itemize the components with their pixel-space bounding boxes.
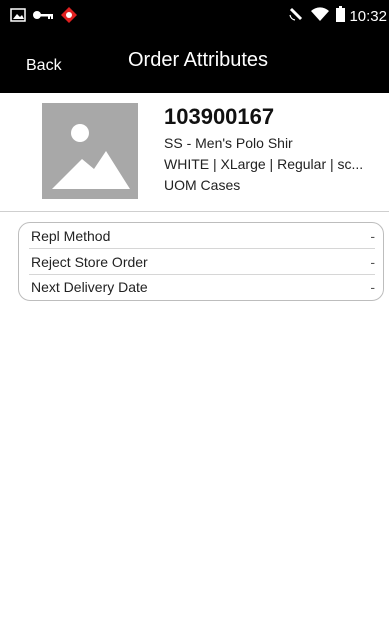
attribute-value: - <box>370 279 375 295</box>
status-bar: 10:32 <box>0 0 389 33</box>
divider <box>0 211 389 212</box>
alert-app-icon <box>60 6 78 29</box>
attribute-label: Repl Method <box>31 228 111 244</box>
image-placeholder-icon <box>42 103 138 199</box>
attribute-list: Repl Method - Reject Store Order - Next … <box>18 222 384 301</box>
status-bar-left <box>10 6 84 29</box>
attribute-row-reject-store-order[interactable]: Reject Store Order - <box>31 250 375 274</box>
attribute-label: Next Delivery Date <box>31 279 148 295</box>
image-notification-icon <box>10 7 26 27</box>
item-number: 103900167 <box>164 104 275 129</box>
status-bar-right: 10:32 <box>282 5 387 27</box>
key-icon <box>32 8 54 26</box>
item-summary: 103900167 SS - Men's Polo Shir WHITE | X… <box>0 93 389 211</box>
item-uom: UOM Cases <box>164 177 241 193</box>
attribute-label: Reject Store Order <box>31 254 148 270</box>
attribute-row-next-delivery-date[interactable]: Next Delivery Date - <box>31 275 375 299</box>
item-attributes: WHITE | XLarge | Regular | sc... <box>164 156 364 172</box>
attribute-value: - <box>370 254 375 270</box>
battery-icon <box>336 5 346 27</box>
rotation-icon <box>288 6 304 27</box>
back-button[interactable]: Back <box>26 57 62 75</box>
status-bar-time: 10:32 <box>349 7 387 25</box>
attribute-value: - <box>370 228 375 244</box>
wifi-icon <box>310 6 330 27</box>
attribute-row-repl-method[interactable]: Repl Method - <box>31 224 375 248</box>
app-header: Back Order Attributes <box>0 33 389 93</box>
row-divider <box>29 248 375 249</box>
page-title: Order Attributes <box>128 49 269 71</box>
item-description: SS - Men's Polo Shir <box>164 135 293 151</box>
